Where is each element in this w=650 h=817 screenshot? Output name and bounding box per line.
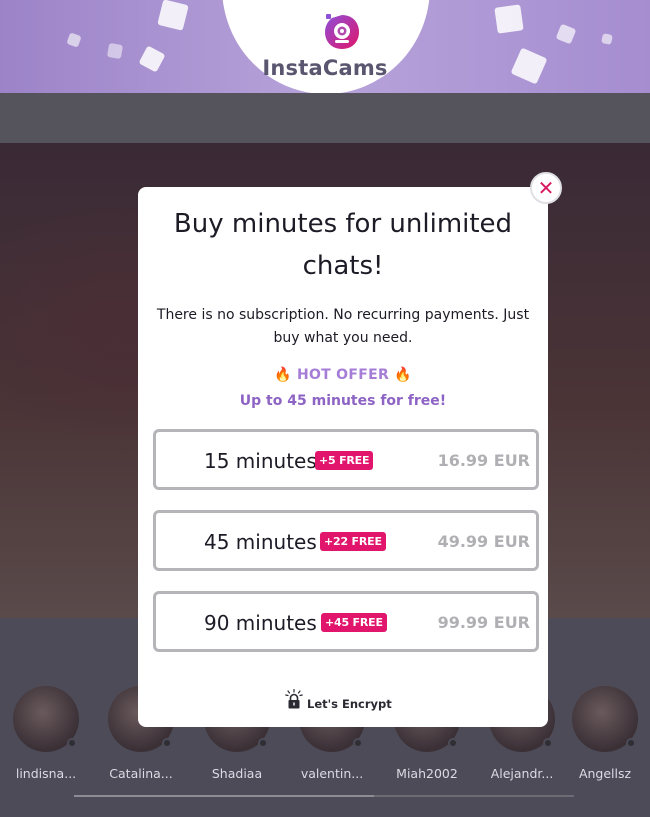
plan-minutes: 45 minutes [204, 530, 317, 554]
performer-name[interactable]: Shadiaa [192, 766, 282, 781]
plan-price: 49.99 EUR [437, 532, 530, 551]
status-indicator [448, 738, 458, 748]
decorative-cube [601, 33, 613, 45]
decorative-cube [494, 4, 524, 34]
hot-offer-detail: Up to 45 minutes for free! [239, 393, 447, 409]
status-indicator [162, 738, 172, 748]
performer-name[interactable]: Catalina... [96, 766, 186, 781]
plan-price: 99.99 EUR [437, 613, 530, 632]
padlock-icon [285, 689, 303, 709]
bonus-badge: +22 FREE [320, 532, 386, 551]
decorative-cube [66, 32, 82, 48]
fire-icon: 🔥 [274, 367, 292, 383]
plan-minutes: 90 minutes [204, 611, 317, 635]
close-dialog-button[interactable]: ✕ [530, 172, 562, 204]
hot-offer-heading: 🔥 HOT OFFER 🔥 [138, 367, 548, 383]
plan-option-15[interactable]: 15 minutes +5 FREE 16.99 EUR [153, 429, 539, 490]
close-icon: ✕ [537, 176, 555, 200]
brand-name[interactable]: InstaCams [0, 56, 650, 80]
strip-scrollbar-thumb[interactable] [74, 795, 374, 797]
site-header: InstaCams [0, 0, 650, 93]
performer-name[interactable]: lindisna... [1, 766, 91, 781]
bonus-badge: +45 FREE [321, 613, 387, 632]
avatar[interactable] [13, 686, 79, 752]
plan-minutes: 15 minutes [204, 449, 317, 473]
performer-name[interactable]: Angellsz [560, 766, 650, 781]
performer-name[interactable]: Alejandr... [477, 766, 567, 781]
fire-icon: 🔥 [394, 367, 412, 383]
status-indicator [543, 738, 553, 748]
status-indicator [626, 738, 636, 748]
dialog-title: Buy minutes for unlimited chats! [173, 209, 513, 281]
avatar[interactable] [572, 686, 638, 752]
buy-minutes-dialog: Buy minutes for unlimited chats! There i… [138, 187, 548, 727]
plan-option-45[interactable]: 45 minutes +22 FREE 49.99 EUR [153, 510, 539, 571]
navigation-bar [0, 93, 650, 143]
plan-option-90[interactable]: 90 minutes +45 FREE 99.99 EUR [153, 591, 539, 652]
decorative-cube [555, 23, 577, 45]
hot-offer-label: HOT OFFER [296, 367, 390, 383]
status-indicator [258, 738, 268, 748]
plan-price: 16.99 EUR [437, 451, 530, 470]
bonus-badge: +5 FREE [315, 451, 374, 470]
status-indicator [67, 738, 77, 748]
webcam-logo-icon[interactable] [322, 12, 362, 52]
decorative-cube [157, 0, 189, 31]
performer-name[interactable]: valentin... [287, 766, 377, 781]
performer-card[interactable]: Angellsz [560, 683, 650, 781]
dialog-subtitle: There is no subscription. No recurring p… [156, 307, 530, 346]
status-indicator [353, 738, 363, 748]
performer-name[interactable]: Miah2002 [382, 766, 472, 781]
lets-encrypt-label: Let's Encrypt [307, 697, 392, 711]
performer-card[interactable]: lindisna... [1, 683, 91, 781]
